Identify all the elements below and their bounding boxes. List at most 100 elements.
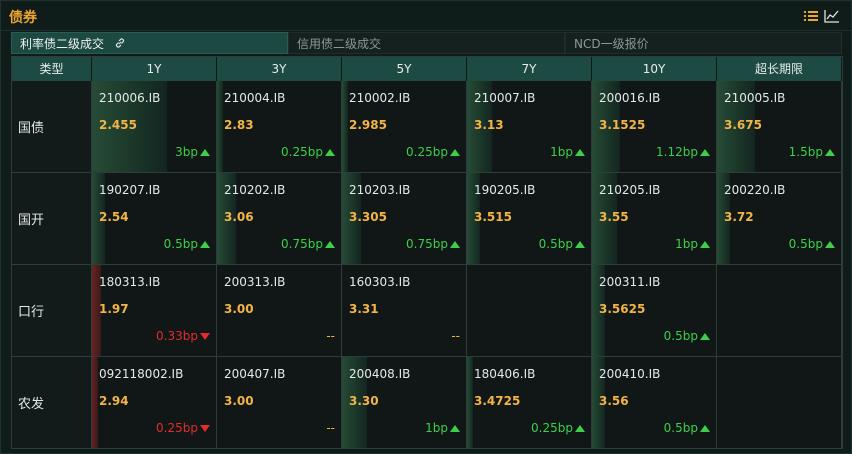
arrow-up-icon: [325, 149, 335, 156]
bond-cell[interactable]: 200408.IB 3.30 1bp: [342, 357, 467, 449]
bond-cell[interactable]: 200410.IB 3.56 0.5bp: [592, 357, 717, 449]
row-header: 农发: [12, 357, 92, 449]
yield-change: 0.5bp: [164, 237, 210, 251]
bond-cell[interactable]: 210202.IB 3.06 0.75bp: [217, 173, 342, 265]
bond-yield: 3.30: [349, 394, 379, 408]
tab-bar: 利率债二级成交 信用债二级成交 NCD一级报价: [11, 32, 842, 54]
column-header[interactable]: 5Y: [342, 57, 467, 81]
yield-change: --: [326, 329, 335, 343]
bond-code: 210202.IB: [224, 183, 286, 197]
bond-code: 210203.IB: [349, 183, 411, 197]
bond-yield: 3.5625: [599, 302, 646, 316]
bond-code: 190207.IB: [99, 183, 161, 197]
bond-cell[interactable]: 210205.IB 3.55 1bp: [592, 173, 717, 265]
row-header: 国债: [12, 81, 92, 173]
bond-yield: 3.55: [599, 210, 629, 224]
tab-ncd-quote[interactable]: NCD一级报价: [565, 32, 842, 54]
bond-yield: 3.31: [349, 302, 379, 316]
column-header[interactable]: 3Y: [217, 57, 342, 81]
bond-cell: [467, 265, 592, 357]
row-header: 国开: [12, 173, 92, 265]
bond-cell[interactable]: 210007.IB 3.13 1bp: [467, 81, 592, 173]
arrow-down-icon: [200, 333, 210, 340]
column-header[interactable]: 10Y: [592, 57, 717, 81]
bond-code: 210004.IB: [224, 91, 286, 105]
yield-change: 0.75bp: [406, 237, 460, 251]
bond-cell[interactable]: 200407.IB 3.00 --: [217, 357, 342, 449]
bond-yield: 3.06: [224, 210, 254, 224]
line-chart-icon[interactable]: [824, 9, 840, 23]
bond-code: 200016.IB: [599, 91, 661, 105]
change-bar: [342, 81, 348, 172]
column-header[interactable]: 1Y: [92, 57, 217, 81]
bond-yield: 3.4725: [474, 394, 521, 408]
yield-change: 0.33bp: [156, 329, 210, 343]
change-bar: [467, 357, 473, 448]
bond-cell[interactable]: 190205.IB 3.515 0.5bp: [467, 173, 592, 265]
bond-cell[interactable]: 200220.IB 3.72 0.5bp: [717, 173, 842, 265]
bond-cell[interactable]: 210203.IB 3.305 0.75bp: [342, 173, 467, 265]
bond-cell[interactable]: 200313.IB 3.00 --: [217, 265, 342, 357]
bond-yield: 2.94: [99, 394, 129, 408]
arrow-up-icon: [450, 241, 460, 248]
arrow-up-icon: [575, 149, 585, 156]
row-header: 口行: [12, 265, 92, 357]
bond-panel: 债券 利率债二级成交 信用债二级成交 NCD一级报价 类型 1Y 3Y 5Y 7…: [0, 0, 852, 454]
bond-cell[interactable]: 210006.IB 2.455 3bp: [92, 81, 217, 173]
bond-code: 092118002.IB: [99, 367, 184, 381]
bond-yield: 3.13: [474, 118, 504, 132]
bond-cell[interactable]: 160303.IB 3.31 --: [342, 265, 467, 357]
tab-label: NCD一级报价: [574, 37, 649, 51]
bond-code: 210006.IB: [99, 91, 161, 105]
bond-cell[interactable]: 180406.IB 3.4725 0.25bp: [467, 357, 592, 449]
yield-change: 0.25bp: [281, 145, 335, 159]
yield-change: 0.5bp: [789, 237, 835, 251]
yield-change: --: [451, 329, 460, 343]
yield-change: --: [326, 421, 335, 435]
bond-yield: 3.1525: [599, 118, 646, 132]
bond-code: 210002.IB: [349, 91, 411, 105]
yield-change: 3bp: [175, 145, 210, 159]
change-bar: [217, 81, 223, 172]
column-header[interactable]: 7Y: [467, 57, 592, 81]
list-icon[interactable]: [803, 9, 819, 23]
bond-cell[interactable]: 200016.IB 3.1525 1.12bp: [592, 81, 717, 173]
bond-yield: 3.515: [474, 210, 512, 224]
bond-code: 200407.IB: [224, 367, 286, 381]
panel-title: 债券: [9, 10, 37, 26]
yield-change: 1bp: [425, 421, 460, 435]
tab-rate-bond[interactable]: 利率债二级成交: [11, 32, 288, 54]
arrow-up-icon: [450, 149, 460, 156]
arrow-up-icon: [200, 241, 210, 248]
bond-cell[interactable]: 190207.IB 2.54 0.5bp: [92, 173, 217, 265]
column-header[interactable]: 超长期限: [717, 57, 842, 81]
bond-cell[interactable]: 210004.IB 2.83 0.25bp: [217, 81, 342, 173]
bond-cell[interactable]: 092118002.IB 2.94 0.25bp: [92, 357, 217, 449]
bond-yield: 3.00: [224, 302, 254, 316]
yield-change: 0.25bp: [406, 145, 460, 159]
yield-change: 1bp: [675, 237, 710, 251]
tab-credit-bond[interactable]: 信用债二级成交: [288, 32, 565, 54]
column-header-type: 类型: [12, 57, 92, 81]
arrow-up-icon: [200, 149, 210, 156]
bond-table: 类型 1Y 3Y 5Y 7Y 10Y 超长期限 国债 210006.IB 2.455 3bp 2100…: [11, 56, 843, 449]
bond-cell[interactable]: 200311.IB 3.5625 0.5bp: [592, 265, 717, 357]
bond-yield: 3.675: [724, 118, 762, 132]
link-icon[interactable]: [114, 34, 126, 56]
bond-code: 210005.IB: [724, 91, 786, 105]
bond-cell: [717, 265, 842, 357]
bond-yield: 2.83: [224, 118, 254, 132]
bond-cell[interactable]: 180313.IB 1.97 0.33bp: [92, 265, 217, 357]
arrow-up-icon: [575, 425, 585, 432]
bond-cell[interactable]: 210002.IB 2.985 0.25bp: [342, 81, 467, 173]
arrow-up-icon: [700, 241, 710, 248]
bond-yield: 3.56: [599, 394, 629, 408]
bond-cell[interactable]: 210005.IB 3.675 1.5bp: [717, 81, 842, 173]
yield-change: 0.5bp: [664, 329, 710, 343]
arrow-up-icon: [825, 149, 835, 156]
tab-label: 利率债二级成交: [20, 37, 105, 51]
yield-change: 1.12bp: [656, 145, 710, 159]
bond-code: 200311.IB: [599, 275, 661, 289]
yield-change: 0.25bp: [531, 421, 585, 435]
yield-change: 0.5bp: [664, 421, 710, 435]
